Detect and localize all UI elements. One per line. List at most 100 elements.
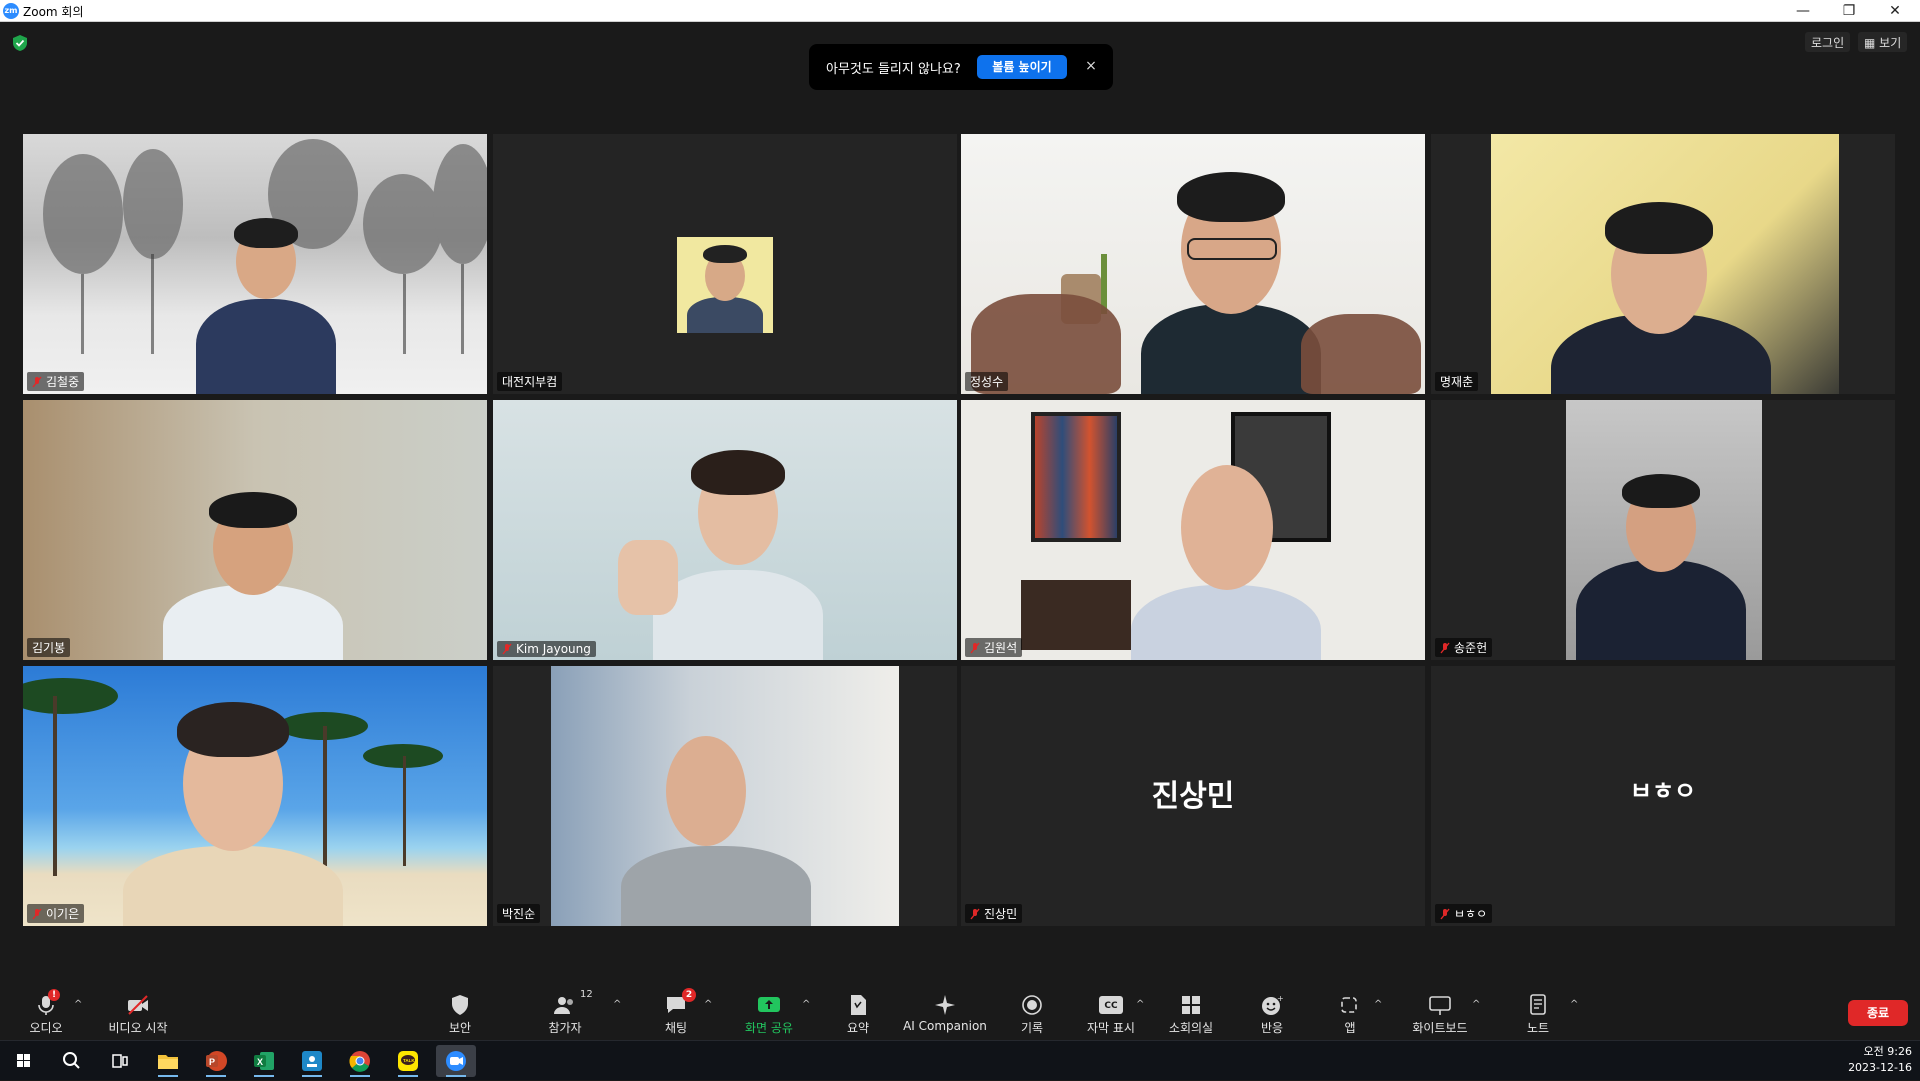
participant-nameplate: Kim Jayoung <box>497 641 596 657</box>
participants-icon <box>554 997 573 1014</box>
view-button[interactable]: ▦ 보기 <box>1858 32 1908 52</box>
record-label: 기록 <box>1020 1021 1044 1035</box>
chat-button[interactable]: 2 채팅 <box>652 985 700 1039</box>
participant-video <box>961 134 1425 394</box>
video-tile[interactable]: 김기봉 <box>23 400 487 660</box>
participant-video <box>1491 134 1839 394</box>
search-icon[interactable] <box>52 1045 92 1077</box>
ai-companion-label: AI Companion <box>903 1019 987 1033</box>
kakaotalk-icon[interactable]: TALK <box>388 1045 428 1077</box>
participant-nameplate: 김원석 <box>965 638 1023 657</box>
end-meeting-button[interactable]: 종료 <box>1848 1000 1908 1026</box>
video-tile[interactable]: Kim Jayoung <box>493 400 957 660</box>
powerpoint-icon[interactable]: P <box>196 1045 236 1077</box>
participant-name: 김철중 <box>46 375 80 389</box>
video-tile[interactable]: 대전지부컴 <box>493 134 957 394</box>
closed-captions-icon: CC <box>1099 996 1123 1014</box>
security-shield-icon[interactable] <box>12 34 28 52</box>
participant-display-name: 진상민 <box>1151 779 1235 814</box>
svg-text:X: X <box>257 1057 263 1067</box>
breakout-rooms-label: 소회의실 <box>1168 1021 1214 1035</box>
apps-button[interactable]: 앱 <box>1330 985 1370 1039</box>
whiteboard-options-caret-icon[interactable]: ^ <box>1472 999 1480 1010</box>
svg-text:+: + <box>1277 994 1284 1003</box>
participant-name: 정성수 <box>970 375 1004 389</box>
reactions-button[interactable]: + 반응 <box>1250 985 1294 1039</box>
minimize-button[interactable]: — <box>1780 0 1826 22</box>
participant-name: 명재춘 <box>1440 375 1474 389</box>
window-title: Zoom 회의 <box>23 5 84 19</box>
ai-companion-button[interactable]: AI Companion <box>900 985 990 1039</box>
notes-icon <box>1530 994 1546 1015</box>
participant-nameplate: ㅂㅎㅇ <box>1435 904 1493 923</box>
whiteboard-label: 화이트보드 <box>1412 1021 1468 1035</box>
notes-options-caret-icon[interactable]: ^ <box>1570 999 1578 1010</box>
restore-button[interactable]: ❐ <box>1826 0 1872 22</box>
share-screen-icon <box>758 997 780 1012</box>
participant-nameplate: 김철중 <box>27 372 85 391</box>
video-tile[interactable]: 송준헌 <box>1431 400 1895 660</box>
breakout-rooms-button[interactable]: 소회의실 <box>1162 985 1220 1039</box>
meeting-toolbar: ! 오디오 ^ 비디오 시작 보안 12 참가자 ^ 2 채팅 ^ 화면 공유 … <box>0 985 1920 1039</box>
video-tile[interactable]: 김원석 <box>961 400 1425 660</box>
share-screen-button[interactable]: 화면 공유 <box>738 985 800 1039</box>
participant-display-name: ㅂㅎㅇ <box>1629 777 1697 805</box>
video-tile[interactable]: 김철중 <box>23 134 487 394</box>
video-tile-active-speaker[interactable]: 정성수 <box>961 134 1425 394</box>
record-button[interactable]: 기록 <box>1010 985 1054 1039</box>
participants-button[interactable]: 12 참가자 <box>540 985 592 1039</box>
increase-volume-button[interactable]: 볼륨 높이기 <box>977 55 1067 79</box>
participant-video <box>493 400 957 660</box>
audio-options-caret-icon[interactable]: ^ <box>74 999 82 1010</box>
title-bar: zm Zoom 회의 — ❐ ✕ <box>0 0 1920 22</box>
close-icon[interactable]: × <box>1081 56 1101 76</box>
grid-icon: ▦ <box>1864 36 1876 50</box>
start-video-button[interactable]: 비디오 시작 <box>100 985 176 1039</box>
apps-options-caret-icon[interactable]: ^ <box>1374 999 1382 1010</box>
apps-icon <box>1341 997 1357 1013</box>
audio-label: 오디오 <box>29 1021 63 1035</box>
participant-video <box>551 666 899 926</box>
security-label: 보안 <box>448 1021 472 1035</box>
video-tile[interactable]: 이기은 <box>23 666 487 926</box>
notes-button[interactable]: 노트 <box>1518 985 1558 1039</box>
zoom-icon[interactable] <box>436 1045 476 1077</box>
participant-name: 진상민 <box>984 907 1018 921</box>
video-label: 비디오 시작 <box>108 1021 168 1035</box>
file-explorer-icon[interactable] <box>148 1045 188 1077</box>
audio-button[interactable]: ! 오디오 <box>20 985 72 1039</box>
login-button[interactable]: 로그인 <box>1805 32 1851 52</box>
task-view-icon[interactable] <box>100 1045 140 1077</box>
whiteboard-button[interactable]: 화이트보드 <box>1404 985 1476 1039</box>
excel-icon[interactable]: X <box>244 1045 284 1077</box>
summary-button[interactable]: 요약 <box>836 985 880 1039</box>
chat-label: 채팅 <box>664 1021 688 1035</box>
participant-nameplate: 박진순 <box>497 904 541 923</box>
captions-options-caret-icon[interactable]: ^ <box>1136 999 1144 1010</box>
participant-name: 대전지부컴 <box>502 375 558 389</box>
close-window-button[interactable]: ✕ <box>1872 0 1918 22</box>
summary-label: 요약 <box>846 1021 870 1035</box>
video-tile-camera-off[interactable]: ㅂㅎㅇ ㅂㅎㅇ <box>1431 666 1895 926</box>
captions-button[interactable]: CC 자막 표시 <box>1080 985 1142 1039</box>
participants-options-caret-icon[interactable]: ^ <box>613 999 621 1010</box>
video-tile[interactable]: 박진순 <box>493 666 957 926</box>
participant-nameplate: 송준헌 <box>1435 638 1493 657</box>
mic-muted-icon <box>32 908 42 920</box>
security-button[interactable]: 보안 <box>436 985 484 1039</box>
svg-text:P: P <box>209 1057 215 1067</box>
app-icon[interactable] <box>292 1045 332 1077</box>
video-tile[interactable]: 명재춘 <box>1431 134 1895 394</box>
start-icon[interactable] <box>4 1045 44 1077</box>
windows-taskbar: P X TALK 오전 9:26 2023-12-16 <box>0 1040 1920 1080</box>
chrome-icon[interactable] <box>340 1045 380 1077</box>
chat-unread-badge: 2 <box>682 988 696 1002</box>
share-label: 화면 공유 <box>745 1021 793 1035</box>
participant-nameplate: 김기봉 <box>27 638 71 657</box>
participant-name: ㅂㅎㅇ <box>1454 907 1488 921</box>
chat-options-caret-icon[interactable]: ^ <box>704 999 712 1010</box>
participant-name: Kim Jayoung <box>516 642 591 656</box>
system-clock[interactable]: 오전 9:26 2023-12-16 <box>1848 1044 1912 1076</box>
share-options-caret-icon[interactable]: ^ <box>802 999 810 1010</box>
video-tile-camera-off[interactable]: 진상민 진상민 <box>961 666 1425 926</box>
